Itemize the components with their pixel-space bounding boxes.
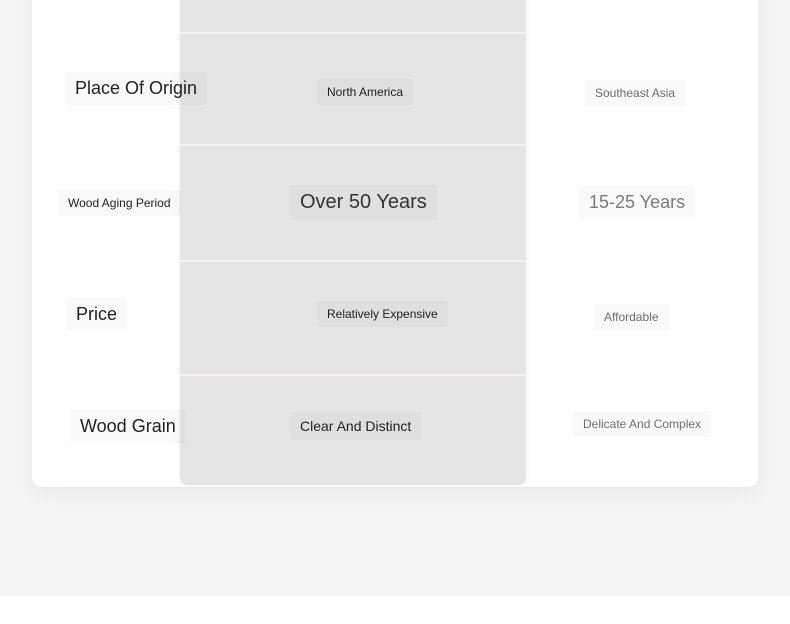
option-a-place-of-origin: North America: [317, 79, 413, 105]
option-b-price: Affordable: [594, 304, 669, 330]
comparison-table-card: Place Of Origin North America Southeast …: [32, 0, 758, 487]
row-label-wood-grain: Wood Grain: [70, 410, 186, 443]
highlighted-cell-top: [180, 0, 526, 32]
option-a-wood-aging-period: Over 50 Years: [290, 185, 437, 220]
row-label-wood-aging-period: Wood Aging Period: [58, 190, 181, 216]
option-b-place-of-origin: Southeast Asia: [585, 80, 685, 106]
row-label-place-of-origin: Place Of Origin: [65, 72, 207, 105]
option-a-wood-grain: Clear And Distinct: [290, 412, 421, 440]
option-b-wood-grain: Delicate And Complex: [573, 411, 711, 437]
row-label-price: Price: [66, 298, 127, 331]
option-b-wood-aging-period: 15-25 Years: [579, 186, 695, 219]
option-a-price: Relatively Expensive: [317, 301, 448, 327]
